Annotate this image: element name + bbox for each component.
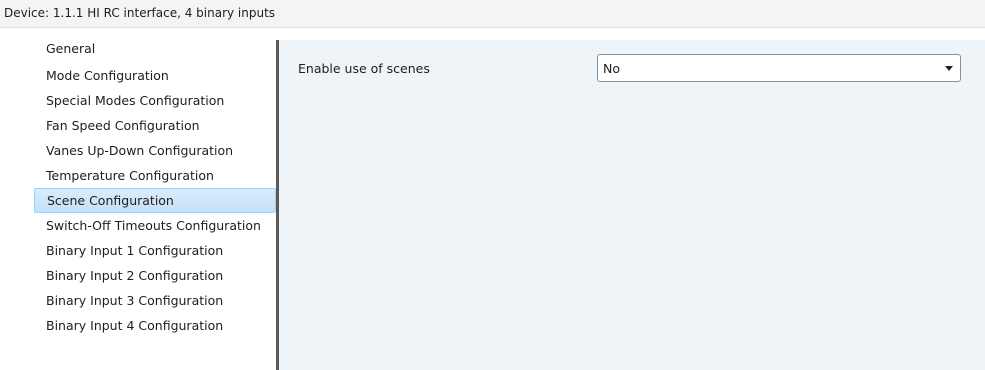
- sidebar-item-binary-input-4-configuration[interactable]: Binary Input 4 Configuration: [0, 313, 276, 338]
- sidebar-item-binary-input-1-configuration[interactable]: Binary Input 1 Configuration: [0, 238, 276, 263]
- sidebar-item-label: Vanes Up-Down Configuration: [46, 143, 234, 158]
- sidebar-item-binary-input-2-configuration[interactable]: Binary Input 2 Configuration: [0, 263, 276, 288]
- sidebar-item-temperature-configuration[interactable]: Temperature Configuration: [0, 163, 276, 188]
- enable-scenes-value: No: [603, 61, 620, 76]
- device-title-bar: Device: 1.1.1 HI RC interface, 4 binary …: [0, 0, 985, 28]
- sidebar-item-switch-off-timeouts-configuration[interactable]: Switch-Off Timeouts Configuration: [0, 213, 276, 238]
- sidebar-item-binary-input-3-configuration[interactable]: Binary Input 3 Configuration: [0, 288, 276, 313]
- parameter-page-list: General Mode Configuration Special Modes…: [0, 39, 276, 370]
- sidebar-item-label: Binary Input 1 Configuration: [46, 243, 224, 258]
- enable-scenes-dropdown[interactable]: No: [597, 54, 961, 82]
- sidebar-item-label: Binary Input 4 Configuration: [46, 318, 224, 333]
- sidebar-item-special-modes-configuration[interactable]: Special Modes Configuration: [0, 88, 276, 113]
- sidebar-item-label: Binary Input 2 Configuration: [46, 268, 224, 283]
- sidebar-item-label: Mode Configuration: [46, 68, 169, 83]
- sidebar-item-vanes-up-down-configuration[interactable]: Vanes Up-Down Configuration: [0, 138, 276, 163]
- device-parameters-window: Device: 1.1.1 HI RC interface, 4 binary …: [0, 0, 985, 370]
- device-title: Device: 1.1.1 HI RC interface, 4 binary …: [4, 6, 276, 20]
- sidebar-item-mode-configuration[interactable]: Mode Configuration: [0, 63, 276, 88]
- parameter-content-panel: Enable use of scenes No: [279, 40, 985, 370]
- sidebar-item-general[interactable]: General: [0, 39, 276, 63]
- sidebar-item-label: Binary Input 3 Configuration: [46, 293, 224, 308]
- sidebar-item-label: Switch-Off Timeouts Configuration: [46, 218, 261, 233]
- chevron-down-icon: [945, 66, 953, 71]
- sidebar-item-label: Temperature Configuration: [46, 168, 214, 183]
- sidebar-item-label: Scene Configuration: [47, 193, 174, 208]
- sidebar-item-fan-speed-configuration[interactable]: Fan Speed Configuration: [0, 113, 276, 138]
- sidebar-item-label: Fan Speed Configuration: [46, 118, 200, 133]
- sidebar-item-label: General: [46, 41, 96, 56]
- sidebar-item-scene-configuration[interactable]: Scene Configuration: [34, 188, 276, 213]
- sidebar-item-label: Special Modes Configuration: [46, 93, 225, 108]
- enable-scenes-label: Enable use of scenes: [298, 61, 430, 76]
